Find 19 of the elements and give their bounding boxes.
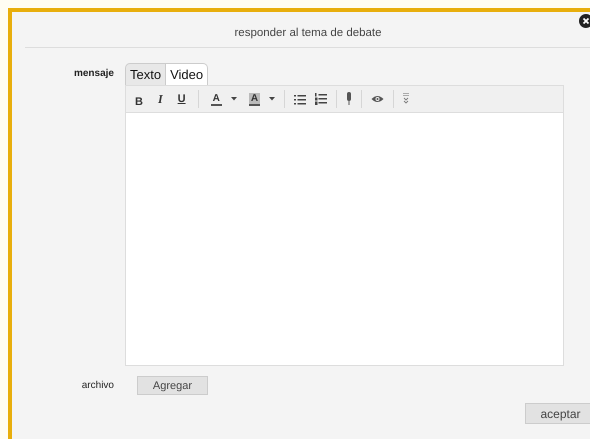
caret-icon[interactable]	[230, 97, 237, 101]
message-input-field[interactable]	[125, 113, 564, 366]
close-icon[interactable]	[579, 14, 590, 28]
numbered-list-icon[interactable]	[315, 93, 328, 105]
text-color-button[interactable]: A	[208, 92, 225, 106]
eye-icon[interactable]	[371, 95, 384, 103]
caret-icon[interactable]	[269, 97, 276, 101]
editor-tab[interactable]: Video	[165, 63, 208, 85]
microphone-icon[interactable]	[346, 92, 352, 106]
underline-button[interactable]: U	[174, 93, 189, 105]
field-label: mensaje	[72, 68, 115, 81]
expand-toolbar-icon[interactable]	[403, 93, 410, 105]
accept-button[interactable]: aceptar	[525, 403, 590, 424]
italic-button[interactable]: I	[154, 92, 166, 106]
field-label: archivo	[80, 380, 115, 391]
add-file-button[interactable]: Agregar	[137, 376, 208, 395]
bullet-list-icon[interactable]	[294, 94, 306, 104]
editor-tab[interactable]: Texto	[125, 63, 166, 85]
bold-button[interactable]: B	[132, 96, 146, 108]
